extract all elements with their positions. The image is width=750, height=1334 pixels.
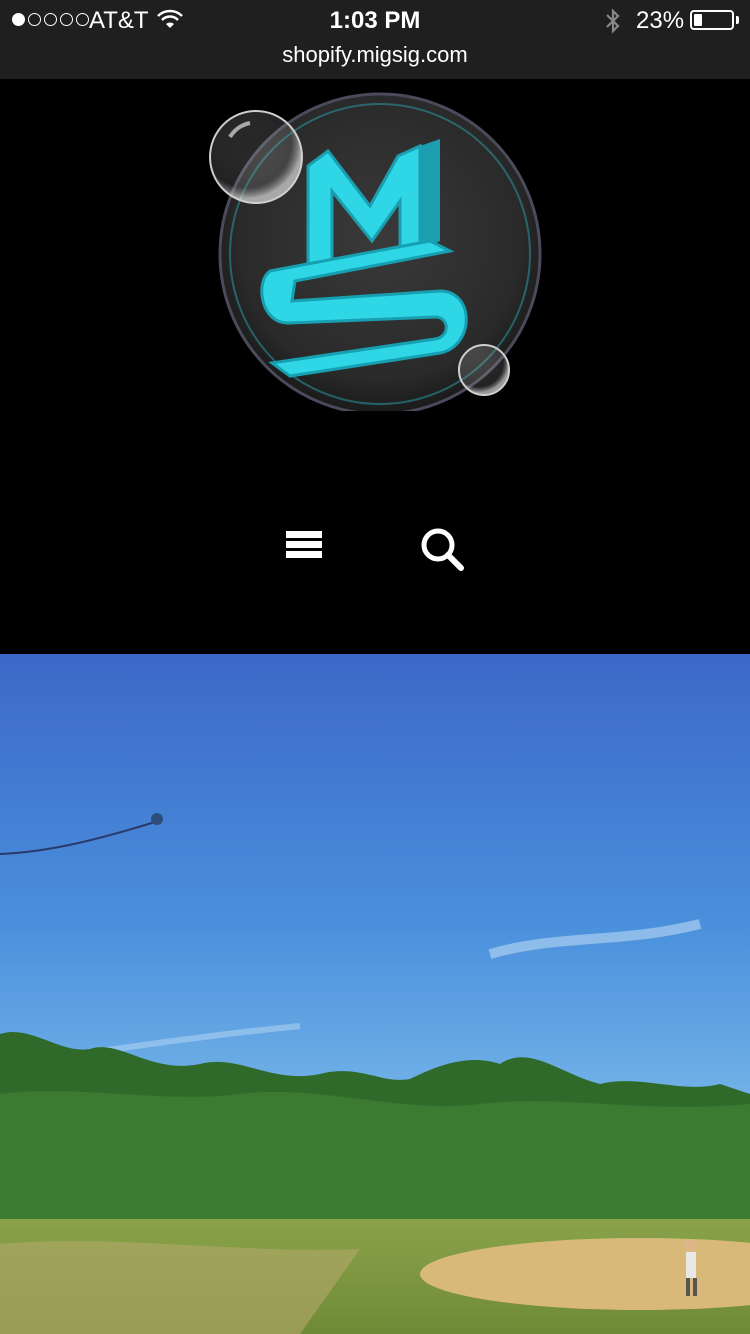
bluetooth-icon [606, 8, 620, 34]
battery-percent: 23% [636, 7, 685, 34]
battery-cap [736, 16, 739, 24]
address-bar[interactable]: shopify.migsig.com [0, 40, 750, 79]
search-icon[interactable] [418, 525, 466, 573]
migsig-logo[interactable] [200, 91, 550, 411]
hamburger-menu-icon[interactable] [282, 529, 326, 565]
battery-icon [690, 10, 734, 30]
site-header [0, 79, 750, 654]
status-bar: AT&T 1:03 PM 23% [0, 0, 750, 40]
hero-image [0, 654, 750, 1334]
